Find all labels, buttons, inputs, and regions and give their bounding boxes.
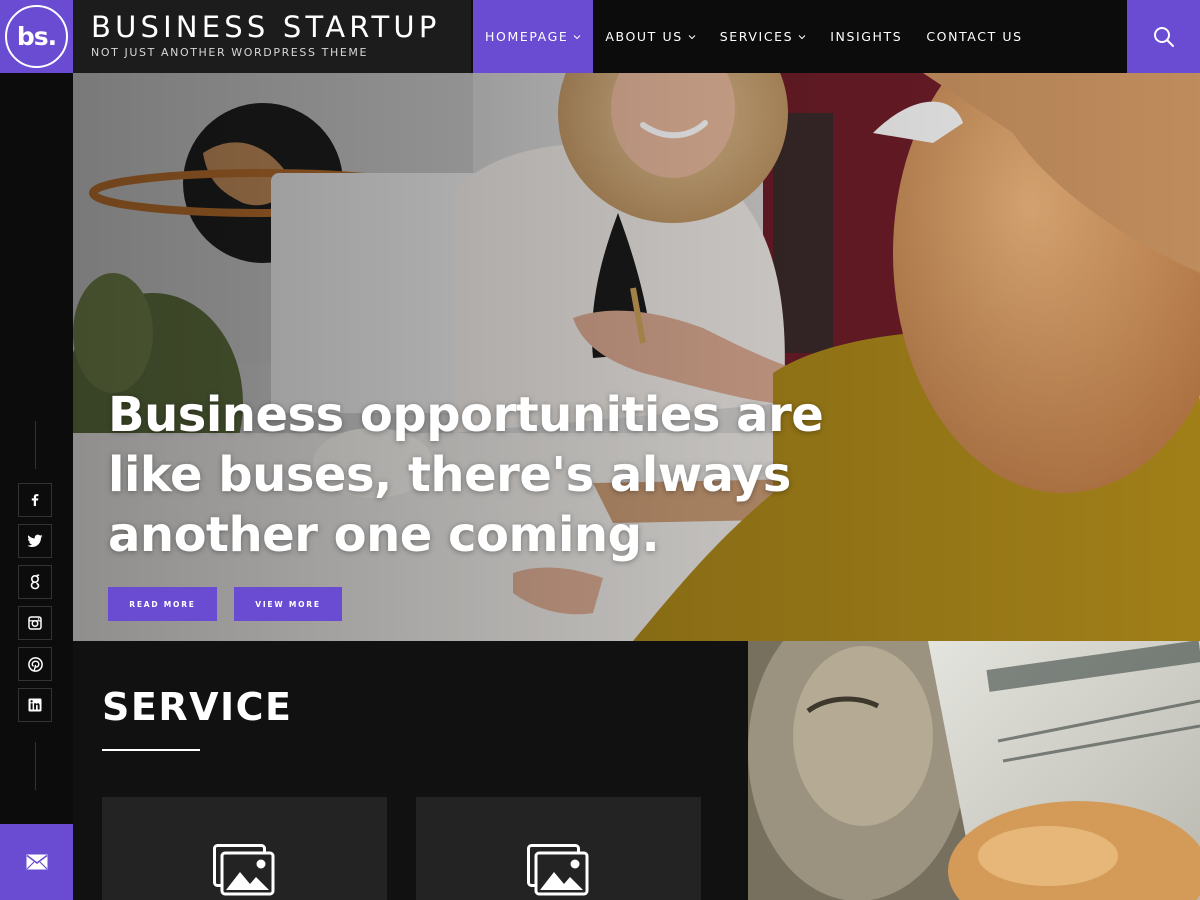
- linkedin-icon: [28, 698, 42, 712]
- nav-label: INSIGHTS: [830, 29, 903, 44]
- instagram-icon: [28, 616, 42, 630]
- hero-title: Business opportunities are like buses, t…: [108, 387, 824, 563]
- site-logo[interactable]: bs.: [0, 0, 73, 73]
- divider: [35, 742, 36, 790]
- chevron-down-icon: [798, 33, 806, 41]
- section-heading: SERVICE: [102, 685, 293, 729]
- brand-block: BUSINESS STARTUP NOT JUST ANOTHER WORDPR…: [73, 0, 471, 73]
- service-section: SERVICE: [73, 641, 748, 900]
- hero-slider: Business opportunities are like buses, t…: [73, 73, 1200, 641]
- twitter-link[interactable]: [18, 524, 52, 558]
- heading-underline: [102, 749, 200, 751]
- site-header: bs. BUSINESS STARTUP NOT JUST ANOTHER WO…: [0, 0, 1200, 73]
- instagram-link[interactable]: [18, 606, 52, 640]
- nav-label: HOMEPAGE: [485, 29, 569, 44]
- chevron-down-icon: [573, 33, 581, 41]
- view-more-button[interactable]: VIEW MORE: [234, 587, 342, 621]
- dollar-bill-photo: [748, 641, 1200, 900]
- social-sidebar: [0, 73, 73, 900]
- service-card[interactable]: [416, 797, 701, 900]
- chevron-down-icon: [688, 33, 696, 41]
- nav-item-services[interactable]: SERVICES: [708, 0, 818, 73]
- google-plus-icon: [30, 574, 40, 590]
- pinterest-link[interactable]: [18, 647, 52, 681]
- mail-button[interactable]: [0, 824, 73, 900]
- image-placeholder-icon: [527, 844, 589, 896]
- money-image: [748, 641, 1200, 900]
- nav-item-homepage[interactable]: HOMEPAGE: [473, 0, 594, 73]
- twitter-icon: [27, 534, 43, 547]
- divider: [35, 421, 36, 469]
- read-more-button[interactable]: READ MORE: [108, 587, 217, 621]
- mail-icon: [26, 854, 47, 870]
- site-tagline: NOT JUST ANOTHER WORDPRESS THEME: [91, 46, 369, 59]
- nav-item-insights[interactable]: INSIGHTS: [818, 0, 914, 73]
- search-icon: [1153, 26, 1174, 47]
- nav-item-about-us[interactable]: ABOUT US: [593, 0, 707, 73]
- linkedin-link[interactable]: [18, 688, 52, 722]
- site-title[interactable]: BUSINESS STARTUP: [91, 10, 471, 44]
- facebook-icon: [31, 494, 39, 506]
- nav-item-contact-us[interactable]: CONTACT US: [914, 0, 1034, 73]
- nav-label: ABOUT US: [605, 29, 683, 44]
- search-button[interactable]: [1127, 0, 1200, 73]
- main-nav: HOMEPAGE ABOUT US SERVICES INSIGHTS CONT…: [473, 0, 1035, 73]
- logo-text: bs.: [5, 5, 68, 68]
- google-plus-link[interactable]: [18, 565, 52, 599]
- service-card[interactable]: [102, 797, 387, 900]
- facebook-link[interactable]: [18, 483, 52, 517]
- nav-label: CONTACT US: [926, 29, 1023, 44]
- pinterest-icon: [27, 656, 43, 672]
- nav-label: SERVICES: [719, 29, 794, 44]
- image-placeholder-icon: [213, 844, 275, 896]
